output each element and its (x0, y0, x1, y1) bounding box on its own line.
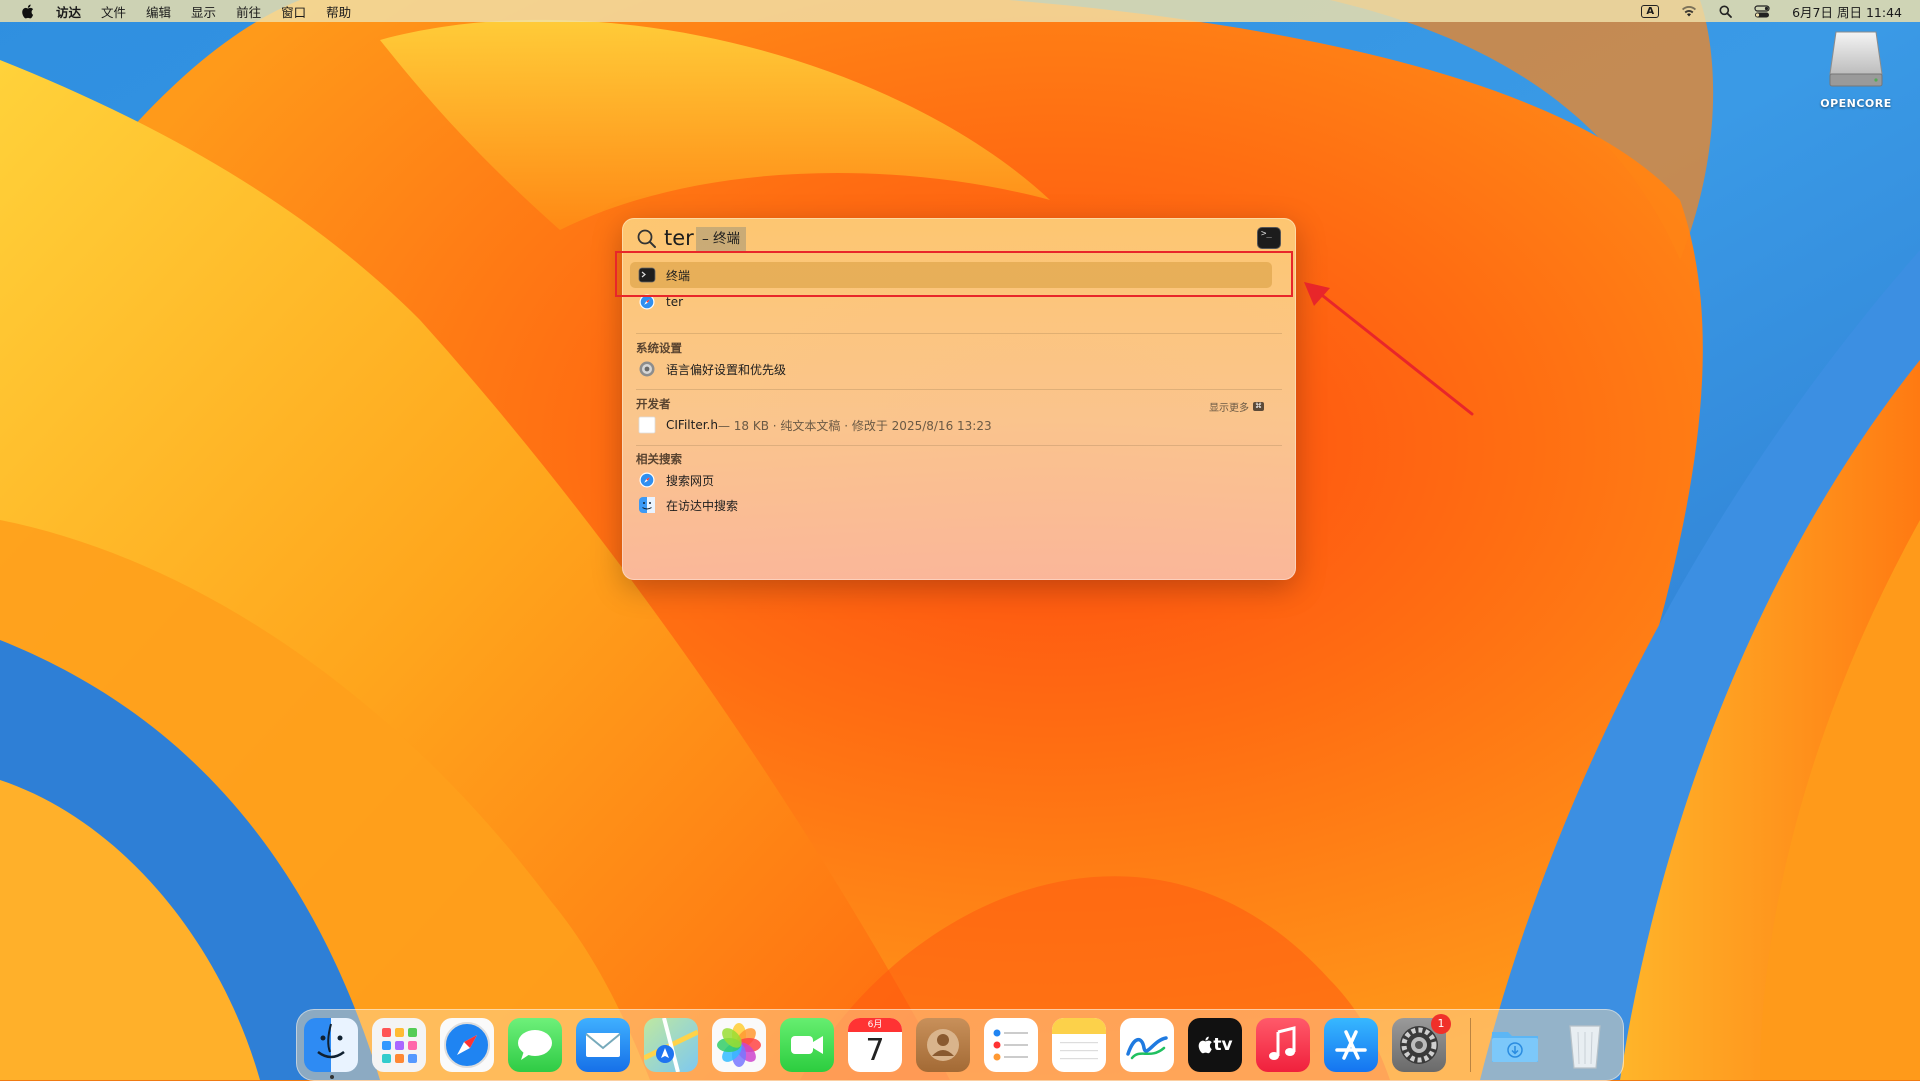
desktop-drive-opencore[interactable]: OPENCORE (1808, 28, 1904, 110)
result-search-finder[interactable]: 在访达中搜索 (630, 492, 1272, 518)
section-divider (636, 389, 1282, 390)
search-icon (637, 229, 656, 248)
result-search-web[interactable]: 搜索网页 (630, 467, 1272, 493)
dock-photos[interactable] (712, 1018, 766, 1072)
result-language-settings[interactable]: 语言偏好设置和优先级 (630, 356, 1272, 382)
document-icon (638, 416, 656, 434)
dock-reminders[interactable] (984, 1018, 1038, 1072)
result-file-meta: — 18 KB · 纯文本文稿 · 修改于 2025/8/16 13:23 (717, 418, 992, 433)
settings-notification-badge: 1 (1431, 1014, 1451, 1034)
dock-facetime[interactable] (780, 1018, 834, 1072)
messages-icon (518, 1030, 552, 1060)
music-note-icon (1269, 1026, 1296, 1060)
menu-help[interactable]: 帮助 (326, 2, 351, 21)
menu-bar: 访达 文件 编辑 显示 前往 窗口 帮助 A 6月7日 周日 11:44 (0, 0, 1920, 22)
dock-mail[interactable] (576, 1018, 630, 1072)
menu-edit[interactable]: 编辑 (146, 2, 171, 21)
dock-launchpad[interactable] (372, 1018, 426, 1072)
terminal-preview-icon: >_ (1257, 227, 1281, 249)
downloads-folder-icon (1492, 1032, 1538, 1062)
launchpad-icon (382, 1028, 417, 1063)
dock-downloads[interactable] (1488, 1018, 1542, 1072)
section-header-related: 相关搜索 (636, 452, 682, 466)
annotation-arrow (1304, 282, 1474, 416)
spotlight-menu-icon[interactable] (1719, 5, 1733, 18)
finder-icon (639, 497, 655, 513)
apple-logo-icon (1199, 1036, 1213, 1054)
calendar-day: 7 (865, 1033, 885, 1068)
freeform-icon (1126, 1036, 1168, 1060)
notes-icon (1052, 1018, 1106, 1060)
dock-trash[interactable] (1558, 1018, 1612, 1072)
contacts-icon (927, 1029, 959, 1061)
trash-icon (1569, 1025, 1601, 1069)
photos-icon (717, 1023, 761, 1067)
settings-icon (639, 361, 655, 377)
dock-finder[interactable] (304, 1018, 358, 1072)
show-more-shortcut: ⌘ (1253, 402, 1264, 411)
spotlight-query-text[interactable]: ter (664, 226, 694, 250)
dock-app-store[interactable] (1324, 1018, 1378, 1072)
dock-messages[interactable] (508, 1018, 562, 1072)
dock-maps[interactable] (644, 1018, 698, 1072)
menu-clock[interactable]: 6月7日 周日 11:44 (1792, 2, 1902, 21)
finder-icon (317, 1023, 345, 1059)
app-store-icon (1335, 1030, 1367, 1060)
dock-freeform[interactable] (1120, 1018, 1174, 1072)
maps-icon (644, 1018, 698, 1072)
section-header-system-settings: 系统设置 (636, 341, 682, 355)
result-label: 在访达中搜索 (666, 498, 739, 513)
drive-label: OPENCORE (1820, 97, 1892, 110)
result-cifilter-file[interactable]: CIFilter.h — 18 KB · 纯文本文稿 · 修改于 2025/8/… (630, 412, 1272, 438)
wifi-icon[interactable] (1681, 5, 1697, 17)
section-header-developer: 开发者 (636, 397, 671, 411)
apple-menu-icon[interactable] (16, 0, 38, 22)
input-source-indicator[interactable]: A (1641, 4, 1660, 18)
mail-icon (585, 1033, 621, 1057)
safari-icon (639, 472, 655, 488)
facetime-icon (791, 1036, 823, 1054)
menu-window[interactable]: 窗口 (281, 2, 306, 21)
section-divider (636, 445, 1282, 446)
tv-label: tv (1213, 1035, 1233, 1055)
menu-app-finder[interactable]: 访达 (56, 2, 81, 21)
dock-apple-tv[interactable]: tv (1188, 1018, 1242, 1072)
spotlight-autocomplete: – 终端 (696, 227, 747, 251)
reminders-icon (993, 1029, 1028, 1061)
control-center-icon[interactable] (1754, 4, 1770, 18)
menu-go[interactable]: 前往 (236, 2, 261, 21)
menu-view[interactable]: 显示 (191, 2, 216, 21)
result-label: ter (666, 295, 684, 309)
drive-icon (1829, 31, 1883, 87)
dock-calendar[interactable]: 6月 7 (848, 1018, 902, 1072)
safari-icon (444, 1022, 490, 1068)
finder-running-indicator (330, 1075, 334, 1079)
section-divider (636, 333, 1282, 334)
annotation-highlight-box (615, 251, 1293, 297)
dock-contacts[interactable] (916, 1018, 970, 1072)
dock-notes[interactable] (1052, 1018, 1106, 1072)
result-filename: CIFilter.h (666, 418, 718, 432)
result-label: 语言偏好设置和优先级 (666, 362, 787, 377)
dock-separator (1470, 1018, 1471, 1072)
dock-safari[interactable] (440, 1018, 494, 1072)
dock-music[interactable] (1256, 1018, 1310, 1072)
result-label: 搜索网页 (666, 473, 715, 488)
menu-file[interactable]: 文件 (101, 2, 126, 21)
calendar-month: 6月 (848, 1018, 902, 1032)
